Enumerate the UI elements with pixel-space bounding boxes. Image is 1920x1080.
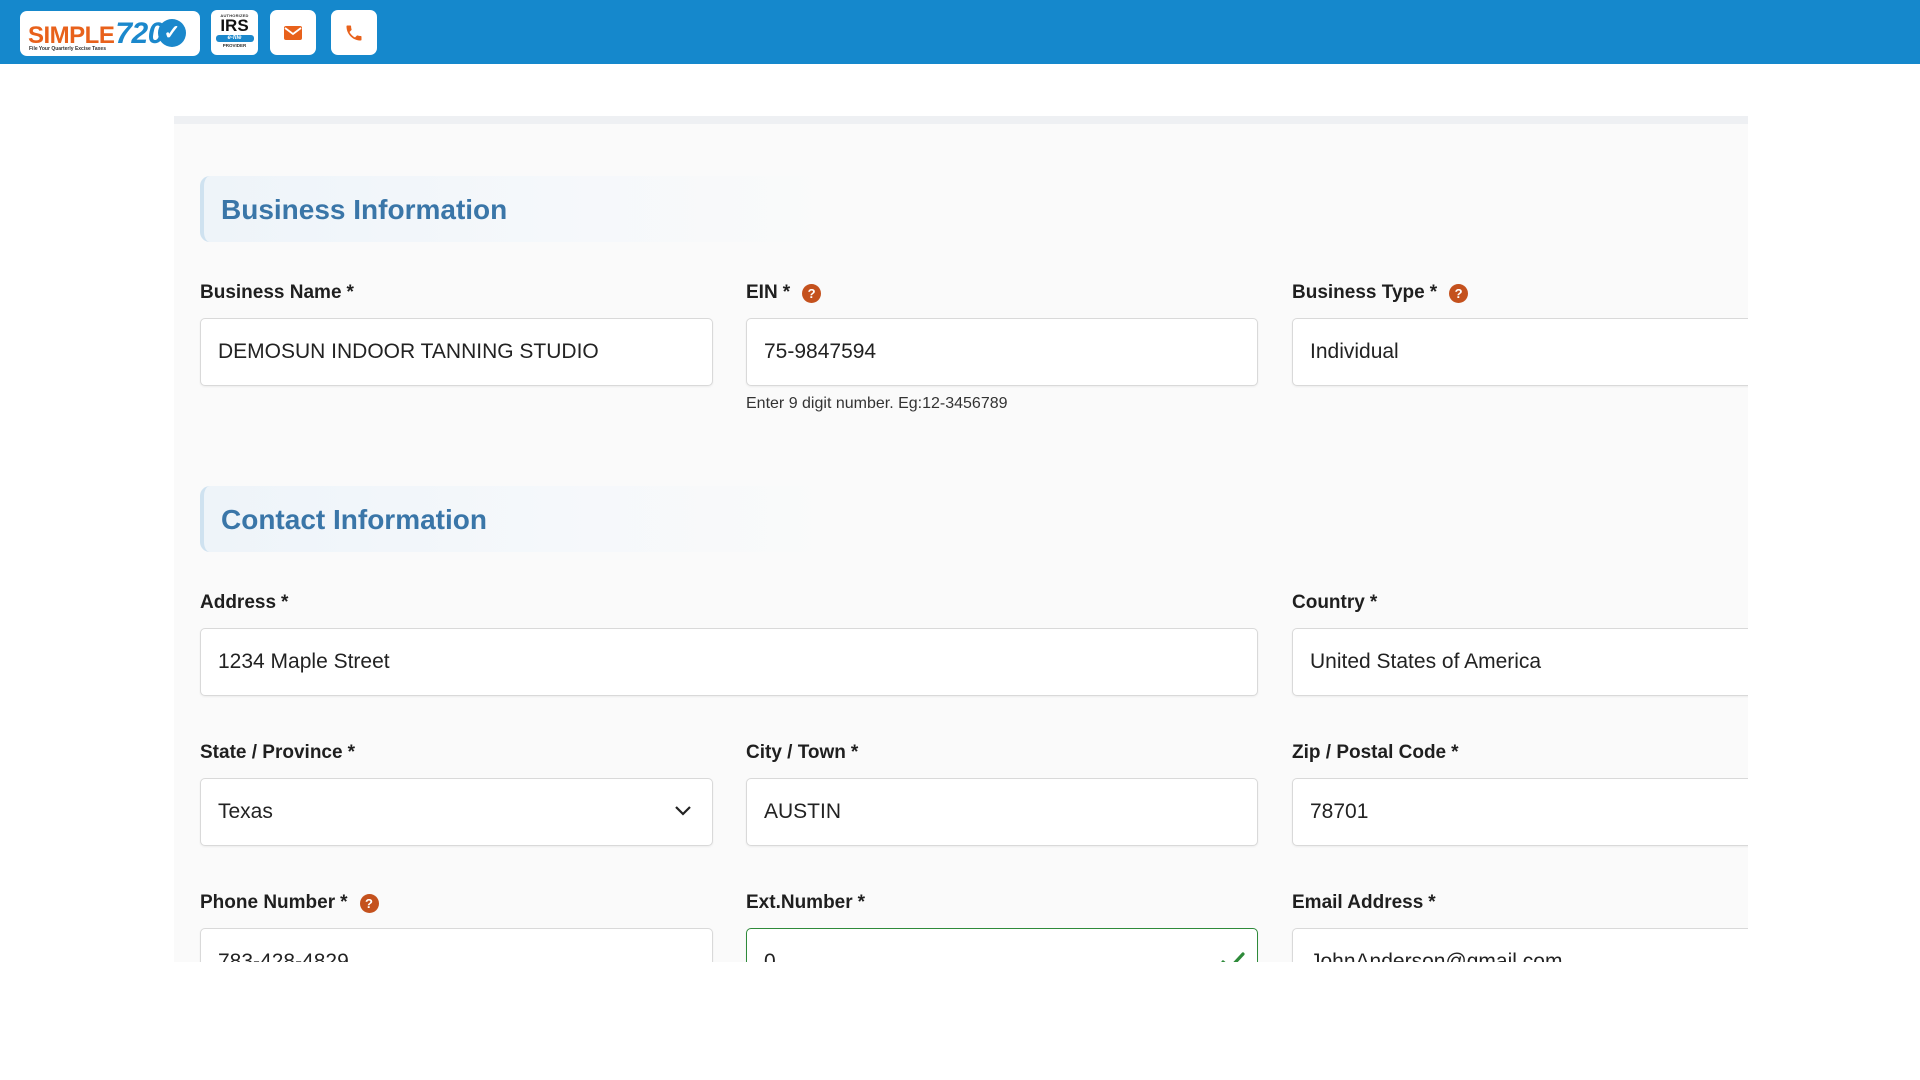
ext-number-value: 0 — [764, 950, 776, 962]
ein-hint: Enter 9 digit number. Eg:12-3456789 — [746, 395, 1008, 412]
city-value: AUSTIN — [764, 800, 842, 823]
zip-input[interactable]: 78701 — [1292, 778, 1748, 846]
business-type-value: Individual — [1310, 340, 1399, 363]
address-value: 1234 Maple Street — [218, 650, 390, 673]
email-value: JohnAnderson@gmail.com — [1310, 950, 1563, 962]
logo-check-icon: ✓ — [158, 19, 186, 47]
state-label: State / Province * — [200, 742, 355, 764]
required-mark: * — [340, 892, 348, 913]
valid-check-icon — [1221, 952, 1245, 962]
country-select[interactable]: United States of America — [1292, 628, 1748, 696]
business-information-header: Business Information — [200, 176, 840, 242]
logo-main-text: SIMPLE — [28, 22, 115, 49]
country-label: Country * — [1292, 592, 1377, 614]
required-mark: * — [857, 892, 866, 913]
irs-badge-efile: e-file — [215, 35, 254, 42]
business-name-value: DEMOSUN INDOOR TANNING STUDIO — [218, 340, 599, 363]
required-mark: * — [1429, 282, 1438, 303]
logo-tagline: File Your Quarterly Excise Taxes — [29, 46, 106, 52]
city-label-text: City / Town — [746, 742, 846, 763]
required-mark: * — [281, 592, 289, 613]
address-label-text: Address — [200, 592, 277, 613]
business-type-label-text: Business Type — [1292, 282, 1425, 303]
required-mark: * — [850, 742, 859, 763]
contact-information-header: Contact Information — [200, 486, 840, 552]
required-mark: * — [347, 742, 355, 763]
business-type-label: Business Type *? — [1292, 282, 1469, 304]
email-label: Email Address * — [1292, 892, 1436, 914]
state-select[interactable]: Texas — [200, 778, 713, 846]
ein-label: EIN *? — [746, 282, 822, 304]
state-value: Texas — [218, 800, 273, 823]
simple720-logo[interactable]: SIMPLE720 ✓ File Your Quarterly Excise T… — [20, 11, 200, 56]
logo-number-text: 720 — [115, 17, 164, 50]
address-label: Address * — [200, 592, 288, 614]
phone-button[interactable] — [331, 10, 377, 55]
ein-input[interactable]: 75-9847594 — [746, 318, 1258, 386]
country-value: United States of America — [1310, 650, 1542, 673]
ext-number-input[interactable]: 0 — [746, 928, 1258, 962]
phone-icon — [346, 25, 362, 40]
top-bar: SIMPLE720 ✓ File Your Quarterly Excise T… — [0, 0, 1920, 64]
ein-label-text: EIN — [746, 282, 778, 303]
city-input[interactable]: AUSTIN — [746, 778, 1258, 846]
zip-label: Zip / Postal Code * — [1292, 742, 1459, 764]
ext-number-label-text: Ext.Number — [746, 892, 853, 913]
chevron-down-icon — [675, 806, 691, 816]
email-button[interactable] — [270, 10, 316, 55]
required-mark: * — [1428, 892, 1436, 913]
business-name-label-text: Business Name — [200, 282, 342, 303]
zip-value: 78701 — [1310, 800, 1369, 823]
state-label-text: State / Province — [200, 742, 343, 763]
required-mark: * — [782, 282, 791, 303]
phone-value: 783-428-4829 — [218, 950, 349, 962]
business-information-title: Business Information — [221, 194, 508, 225]
phone-label-text: Phone Number — [200, 892, 336, 913]
business-name-input[interactable]: DEMOSUN INDOOR TANNING STUDIO — [200, 318, 713, 386]
contact-information-title: Contact Information — [221, 504, 487, 535]
ein-value: 75-9847594 — [764, 340, 877, 363]
required-mark: * — [346, 282, 354, 303]
phone-label: Phone Number *? — [200, 892, 379, 914]
irs-authorized-badge: AUTHORIZED IRS e-file PROVIDER — [211, 10, 258, 55]
business-name-label: Business Name * — [200, 282, 354, 304]
phone-input[interactable]: 783-428-4829 — [200, 928, 713, 962]
form-card: Business Information Business Name * DEMO… — [174, 116, 1748, 962]
irs-badge-bottom: PROVIDER — [222, 43, 247, 48]
bottom-blank-area — [0, 964, 1920, 1080]
ein-help-icon[interactable]: ? — [802, 283, 822, 303]
irs-badge-main: IRS — [220, 16, 249, 35]
country-label-text: Country — [1292, 592, 1365, 613]
city-label: City / Town * — [746, 742, 858, 764]
email-input[interactable]: JohnAnderson@gmail.com — [1292, 928, 1748, 962]
address-input[interactable]: 1234 Maple Street — [200, 628, 1258, 696]
email-label-text: Email Address — [1292, 892, 1424, 913]
business-type-input[interactable]: Individual — [1292, 318, 1748, 386]
zip-label-text: Zip / Postal Code — [1292, 742, 1447, 763]
business-type-help-icon[interactable]: ? — [1449, 283, 1469, 303]
required-mark: * — [1451, 742, 1459, 763]
email-icon — [284, 25, 302, 40]
required-mark: * — [1369, 592, 1378, 613]
phone-help-icon[interactable]: ? — [359, 893, 379, 913]
ext-number-label: Ext.Number * — [746, 892, 865, 914]
